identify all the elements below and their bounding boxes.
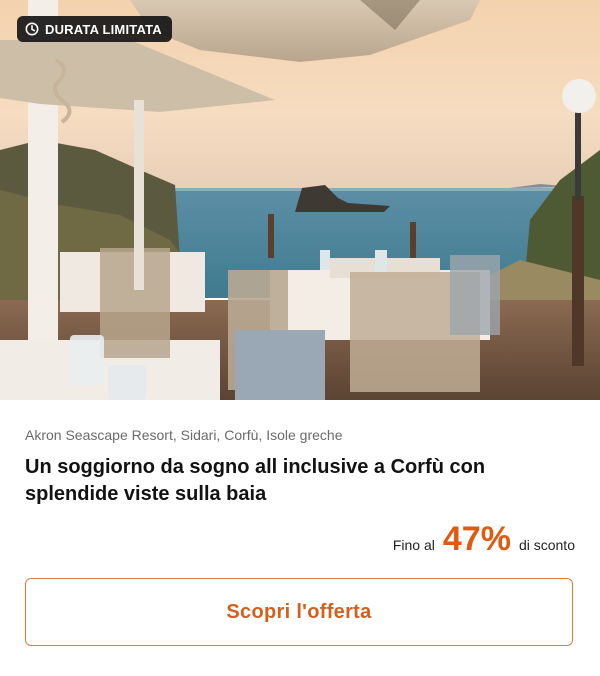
discount-value: 47% [442,520,511,558]
terrace-sea-illustration [0,0,600,400]
discover-offer-label: Scopri l'offerta [226,600,372,623]
limited-time-badge: DURATA LIMITATA [17,16,172,42]
discount-prefix: Fino al [392,537,435,553]
discount-suffix: di sconto [518,537,575,553]
discover-offer-button[interactable]: Scopri l'offerta [25,578,573,646]
offer-title[interactable]: Un soggiorno da sogno all inclusive a Co… [25,454,565,508]
badge-label: DURATA LIMITATA [45,21,162,37]
discount-row: Fino al 47% di sconto [25,522,575,556]
offer-card[interactable]: DURATA LIMITATA Akron Seascape Resort, S… [0,0,600,676]
offer-details: Akron Seascape Resort, Sidari, Corfù, Is… [0,400,600,646]
clock-icon [25,22,39,36]
hero-image[interactable]: DURATA LIMITATA [0,0,600,400]
offer-location: Akron Seascape Resort, Sidari, Corfù, Is… [25,427,343,443]
